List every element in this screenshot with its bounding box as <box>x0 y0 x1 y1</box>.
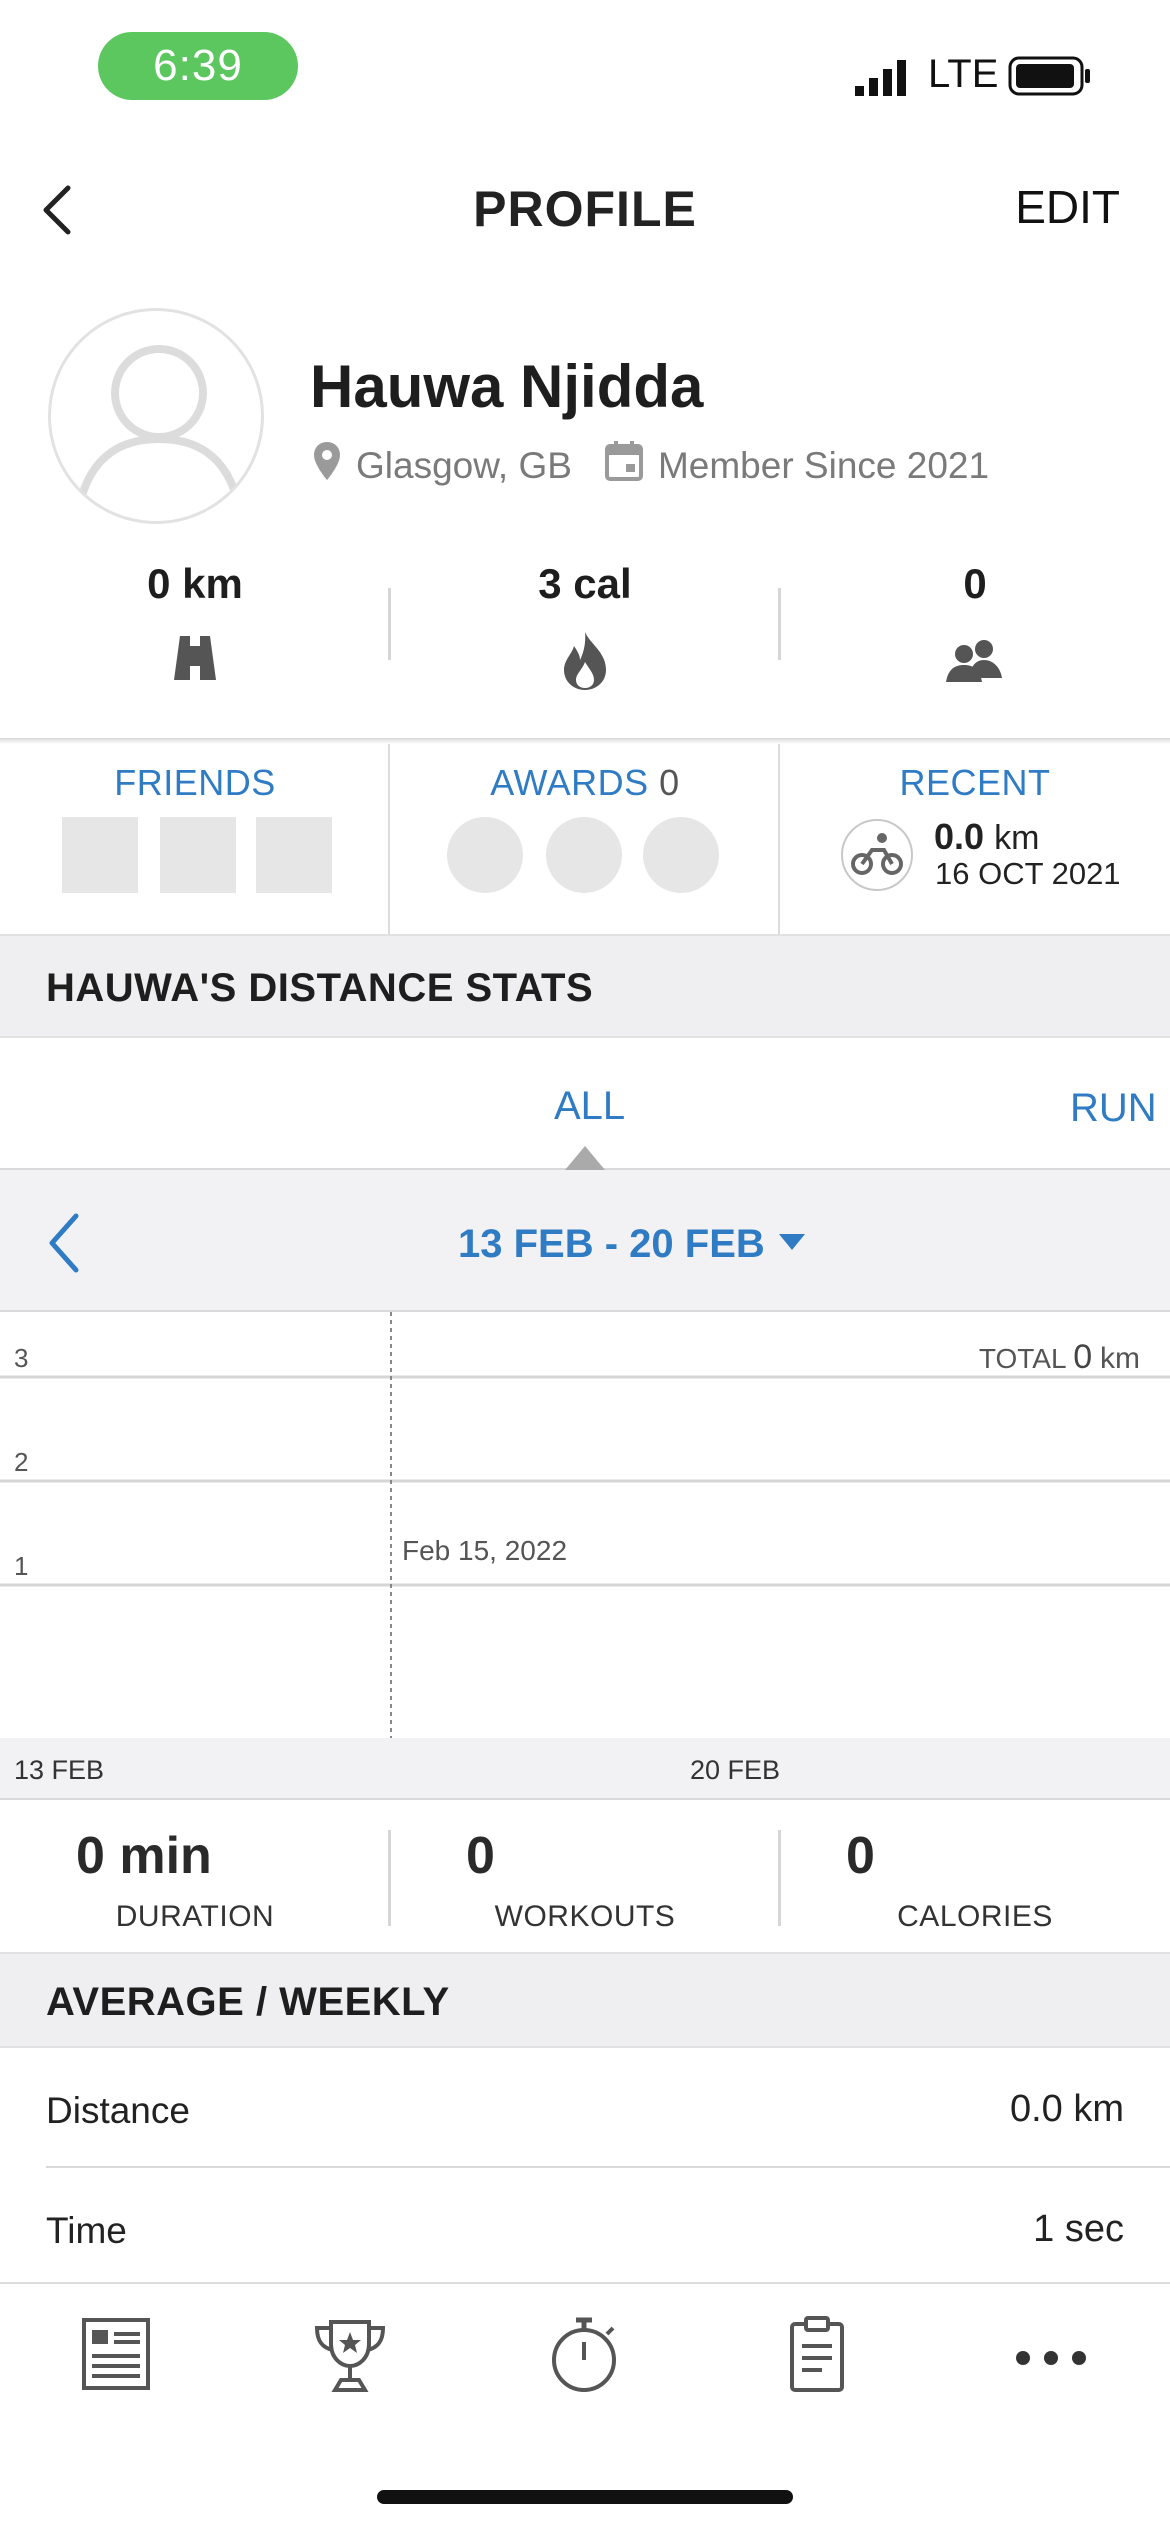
awards-tile-label[interactable]: AWARDS 0 <box>390 762 780 804</box>
average-row-label: Time <box>46 2210 127 2251</box>
profile-member-since: Member Since 2021 <box>657 444 990 486</box>
summary-distance-value: 0 km <box>147 560 243 607</box>
clipboard-icon[interactable] <box>772 2310 862 2400</box>
feed-icon[interactable] <box>72 2310 162 2400</box>
friend-placeholder <box>62 817 138 893</box>
network-label: LTE <box>928 52 999 96</box>
profile-meta: Glasgow, GB Member Since 2021 <box>312 440 989 491</box>
tab-all[interactable]: ALL <box>554 1084 625 1129</box>
battery-icon <box>1008 54 1092 98</box>
calories-value: 0 <box>846 1827 875 1885</box>
profile-location: Glasgow, GB <box>356 444 572 486</box>
award-placeholder <box>447 817 523 893</box>
profile-name: Hauwa Njidda <box>310 353 704 420</box>
summary-calories: 3 cal <box>390 560 780 608</box>
previous-week-icon[interactable] <box>46 1212 82 1279</box>
location-pin-icon <box>312 440 342 491</box>
avatar[interactable] <box>48 308 264 524</box>
duration-label: DURATION <box>115 1900 275 1933</box>
stopwatch-icon[interactable] <box>539 2310 629 2400</box>
cycling-icon <box>840 818 914 897</box>
workouts-value: 0 <box>466 1827 495 1885</box>
award-placeholder <box>546 817 622 893</box>
edit-button[interactable]: EDIT <box>1015 180 1120 234</box>
people-icon <box>944 638 1004 687</box>
more-icon[interactable] <box>1006 2310 1096 2400</box>
chart-total: TOTAL 0 km <box>979 1338 1140 1377</box>
chart-total-label: TOTAL <box>978 1343 1066 1374</box>
averages-header: AVERAGE / WEEKLY <box>0 1952 1170 2048</box>
y-tick-label: 1 <box>14 1551 28 1581</box>
award-placeholder <box>643 817 719 893</box>
distance-stats-title: HAUWA'S DISTANCE STATS <box>46 966 594 1010</box>
chart-total-value: 0 <box>1073 1338 1093 1376</box>
duration-value: 0 min <box>76 1827 212 1885</box>
road-icon <box>172 632 218 689</box>
friend-placeholder <box>160 817 236 893</box>
status-time: 6:39 <box>98 32 298 100</box>
y-tick-label: 3 <box>14 1343 28 1373</box>
average-row-value: 1 sec <box>1033 2208 1124 2250</box>
awards-count: 0 <box>659 762 680 803</box>
average-row-value: 0.0 km <box>1009 2088 1124 2130</box>
friends-tile-label[interactable]: FRIENDS <box>0 762 390 804</box>
tab-run[interactable]: RUN <box>1070 1086 1157 1131</box>
recent-date: 16 OCT 2021 <box>935 856 1121 891</box>
calories-label: CALORIES <box>897 1900 1053 1933</box>
friend-placeholder <box>256 817 332 893</box>
summary-friends: 0 <box>780 560 1170 608</box>
divider <box>0 1798 1170 1800</box>
summary-distance: 0 km <box>0 560 390 608</box>
chart-marker-label: Feb 15, 2022 <box>402 1535 568 1566</box>
x-tick-label: 13 FEB <box>14 1755 105 1785</box>
flame-icon <box>560 630 610 697</box>
x-tick-label: 20 FEB <box>690 1755 781 1785</box>
divider <box>0 738 1170 744</box>
recent-distance-value: 0.0 <box>934 816 985 857</box>
awards-label: AWARDS <box>490 762 649 803</box>
recent-tile-label[interactable]: RECENT <box>780 762 1170 804</box>
date-range-selector[interactable]: 13 FEB - 20 FEB <box>458 1222 807 1267</box>
calendar-icon <box>604 440 644 491</box>
recent-distance-unit: km <box>994 819 1040 857</box>
averages-title: AVERAGE / WEEKLY <box>46 1980 450 2024</box>
chart-x-axis <box>0 1738 1170 1800</box>
summary-friends-value: 0 <box>963 560 987 607</box>
y-tick-label: 2 <box>14 1447 28 1477</box>
divider <box>46 2166 1170 2168</box>
workouts-label: WORKOUTS <box>494 1900 676 1933</box>
distance-stats-header: HAUWA'S DISTANCE STATS <box>0 934 1170 1038</box>
home-indicator[interactable] <box>377 2490 793 2504</box>
date-range-label: 13 FEB - 20 FEB <box>458 1222 765 1266</box>
page-title: PROFILE <box>473 181 697 237</box>
recent-distance: 0.0 km <box>934 816 1039 858</box>
chevron-down-icon <box>777 1232 807 1257</box>
trophy-icon[interactable] <box>305 2310 395 2400</box>
average-row-label: Distance <box>46 2090 190 2131</box>
chart-total-unit: km <box>1100 1342 1140 1375</box>
summary-calories-value: 3 cal <box>538 560 632 607</box>
signal-icon <box>855 58 913 98</box>
